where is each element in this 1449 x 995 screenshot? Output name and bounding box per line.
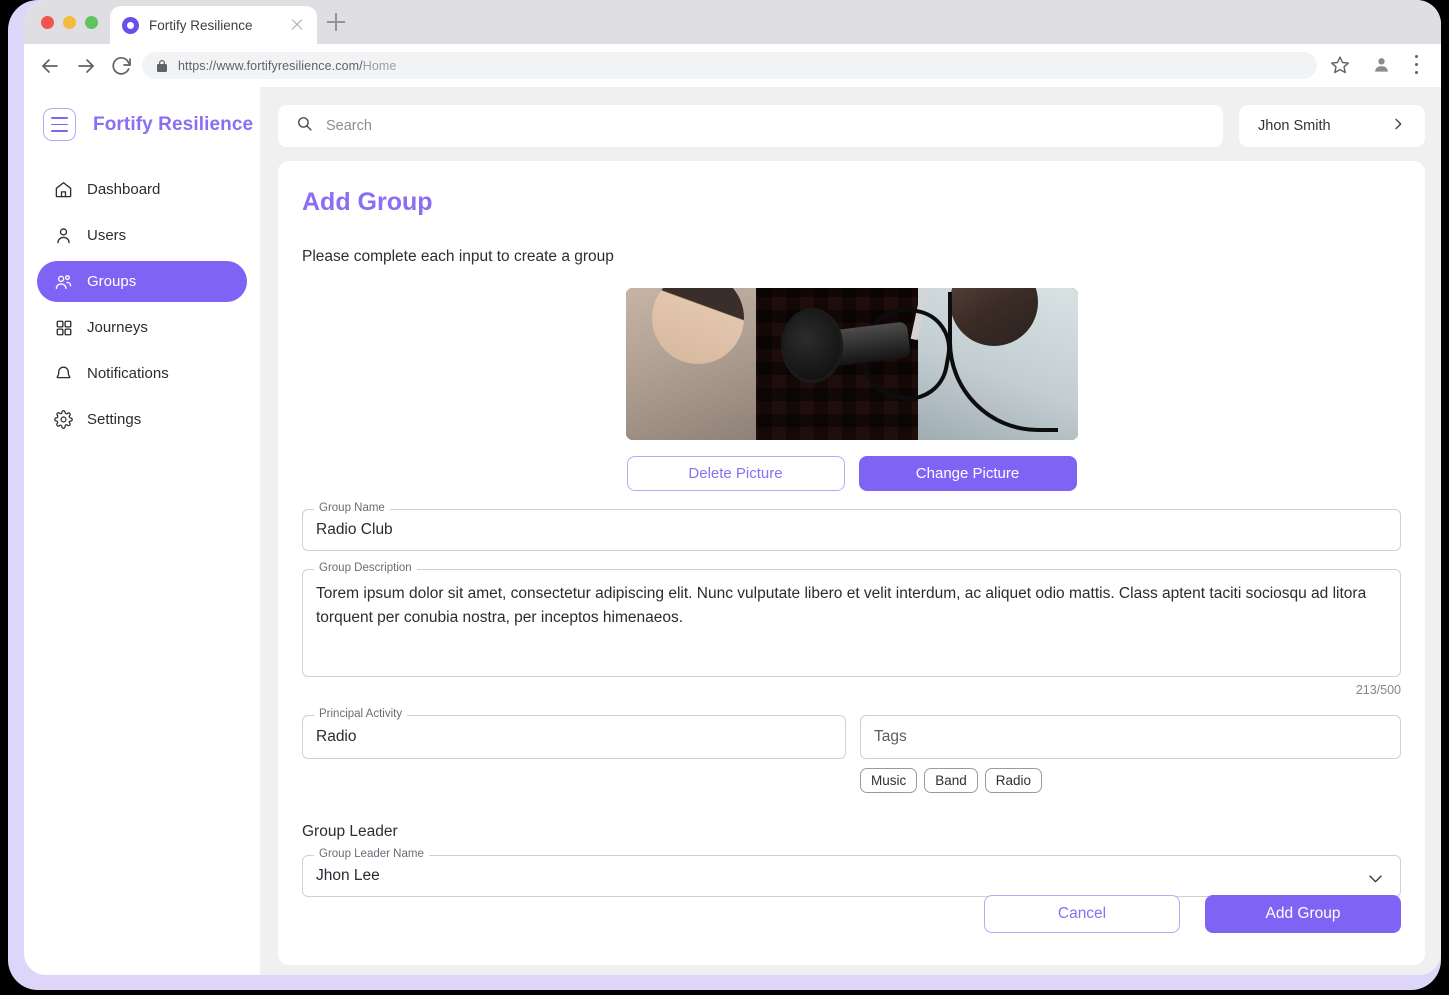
target-icon: [122, 16, 139, 34]
group-name-value[interactable]: Radio Club: [303, 510, 1400, 550]
add-group-button[interactable]: Add Group: [1205, 895, 1401, 933]
sidebar-item-label: Notifications: [87, 365, 169, 382]
sidebar: Fortify Resilience Dashboard Users Group…: [24, 87, 260, 975]
page-subtitle: Please complete each input to create a g…: [302, 248, 614, 265]
group-name-field[interactable]: Group Name Radio Club: [302, 502, 1401, 551]
sidebar-item-groups[interactable]: Groups: [37, 261, 247, 302]
url-path: Home: [362, 58, 397, 73]
sidebar-item-label: Settings: [87, 411, 142, 428]
sidebar-item-label: Dashboard: [87, 181, 161, 198]
group-photo: [625, 288, 1078, 440]
user-menu-button[interactable]: Jhon Smith: [1239, 105, 1425, 147]
bell-icon: [54, 364, 73, 383]
browser-address-bar: https://www.fortifyresilience.com/Home: [24, 44, 1441, 87]
cancel-button[interactable]: Cancel: [984, 895, 1180, 933]
bookmark-star-icon[interactable]: [1330, 55, 1350, 75]
user-icon: [54, 226, 73, 245]
tag-chip[interactable]: Music: [860, 768, 918, 793]
sidebar-item-label: Journeys: [87, 319, 148, 336]
sidebar-item-users[interactable]: Users: [37, 215, 247, 256]
brand-name: Fortify Resilience: [93, 113, 254, 135]
add-group-card: Add Group Please complete each input to …: [278, 161, 1425, 965]
lock-icon: [156, 59, 167, 72]
forward-arrow-icon[interactable]: [74, 54, 98, 78]
search-placeholder: Search: [326, 118, 372, 134]
gear-icon: [54, 410, 73, 429]
group-leader-value[interactable]: Jhon Lee: [303, 856, 1400, 896]
device-frame: Fortify Resilience https://www.fortifyre…: [8, 0, 1441, 990]
activity-tags-row: Principal Activity Radio Tags: [302, 697, 1401, 759]
principal-activity-label: Principal Activity: [314, 708, 408, 720]
search-input[interactable]: Search: [278, 105, 1223, 147]
browser-tab[interactable]: Fortify Resilience: [110, 6, 317, 44]
users-group-icon: [54, 272, 73, 291]
character-counter: 213/500: [1355, 683, 1401, 697]
search-icon: [296, 115, 313, 137]
sidebar-nav: Dashboard Users Groups Journeys Notifica…: [24, 169, 260, 440]
address-url-text: https://www.fortifyresilience.com/Home: [178, 59, 396, 73]
browser-menu-icon[interactable]: [1415, 55, 1419, 74]
minimize-window-button[interactable]: [63, 16, 76, 29]
reload-icon[interactable]: [110, 54, 134, 78]
user-name-label: Jhon Smith: [1258, 118, 1331, 134]
tag-chip-row: Music Band Radio: [860, 768, 1401, 793]
picture-buttons: Delete Picture Change Picture: [626, 456, 1077, 491]
tag-chip[interactable]: Radio: [984, 768, 1043, 793]
profile-avatar-icon[interactable]: [1372, 55, 1391, 74]
group-description-field[interactable]: Group Description Torem ipsum dolor sit …: [302, 562, 1401, 677]
browser-tab-strip: Fortify Resilience: [24, 0, 1441, 44]
tag-chip[interactable]: Band: [924, 768, 978, 793]
sidebar-item-dashboard[interactable]: Dashboard: [37, 169, 247, 210]
sidebar-brand-row: Fortify Resilience: [24, 87, 260, 141]
group-name-label: Group Name: [314, 502, 390, 514]
principal-activity-field[interactable]: Principal Activity Radio: [302, 708, 846, 759]
form-actions: Cancel Add Group: [984, 895, 1401, 933]
sidebar-item-label: Groups: [87, 273, 137, 290]
sidebar-item-label: Users: [87, 227, 127, 244]
chevron-right-icon: [1390, 116, 1406, 137]
group-leader-heading: Group Leader: [302, 823, 398, 840]
main-content-area: Search Jhon Smith Add Group Please compl…: [260, 87, 1441, 975]
hamburger-icon[interactable]: [43, 108, 76, 141]
group-description-label: Group Description: [314, 562, 417, 574]
close-icon[interactable]: [289, 17, 305, 33]
delete-picture-button[interactable]: Delete Picture: [626, 456, 845, 491]
tags-input[interactable]: Tags: [860, 715, 1401, 759]
group-description-value[interactable]: Torem ipsum dolor sit amet, consectetur …: [303, 570, 1400, 642]
close-window-button[interactable]: [41, 16, 54, 29]
group-picture-block: Delete Picture Change Picture: [302, 288, 1401, 491]
change-picture-button[interactable]: Change Picture: [858, 456, 1077, 491]
sidebar-item-journeys[interactable]: Journeys: [37, 307, 247, 348]
tags-placeholder: Tags: [874, 728, 907, 745]
new-tab-button[interactable]: [327, 13, 345, 31]
sidebar-item-notifications[interactable]: Notifications: [37, 353, 247, 394]
window-traffic-lights: [41, 16, 98, 29]
group-leader-select[interactable]: Group Leader Name Jhon Lee: [302, 848, 1401, 897]
back-arrow-icon[interactable]: [38, 54, 62, 78]
sidebar-item-settings[interactable]: Settings: [37, 399, 247, 440]
home-icon: [54, 180, 73, 199]
page-title: Add Group: [302, 188, 433, 216]
browser-window: Fortify Resilience https://www.fortifyre…: [24, 0, 1441, 975]
browser-tab-title: Fortify Resilience: [149, 17, 253, 33]
chevron-down-icon[interactable]: [1366, 869, 1385, 893]
app-viewport: Fortify Resilience Dashboard Users Group…: [24, 87, 1441, 975]
group-leader-label: Group Leader Name: [314, 848, 429, 860]
topbar: Search Jhon Smith: [278, 105, 1425, 147]
url-domain: https://www.fortifyresilience.com/: [178, 58, 363, 73]
principal-activity-value[interactable]: Radio: [303, 716, 845, 758]
grid-icon: [54, 318, 73, 337]
address-input[interactable]: https://www.fortifyresilience.com/Home: [142, 52, 1317, 79]
maximize-window-button[interactable]: [85, 16, 98, 29]
